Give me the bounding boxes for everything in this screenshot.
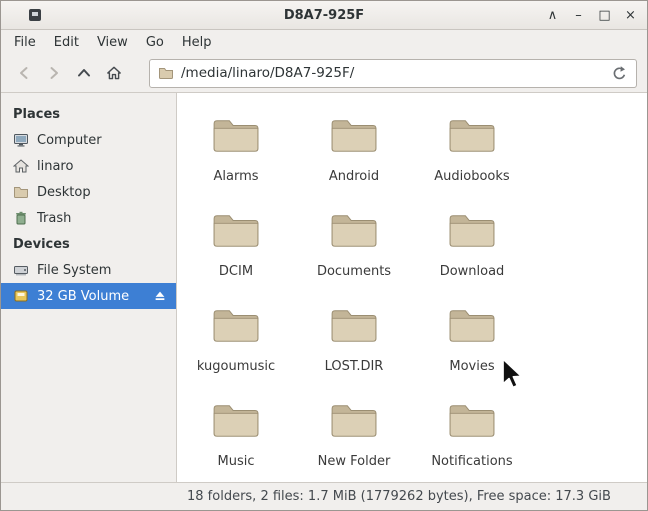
eject-icon[interactable] — [153, 289, 167, 303]
sidebar-item-file-system[interactable]: File System — [1, 257, 176, 283]
folder-item[interactable]: Music — [177, 394, 295, 482]
folder-icon — [447, 305, 497, 345]
sidebar-item-label: Computer — [37, 132, 102, 148]
folder-icon — [211, 400, 261, 440]
sidebar-item-32-gb-volume[interactable]: 32 GB Volume — [1, 283, 176, 309]
folder-label: Audiobooks — [434, 169, 510, 184]
folder-icon — [329, 210, 379, 250]
shade-button[interactable]: ∧ — [544, 8, 561, 23]
sidebar-item-label: linaro — [37, 158, 74, 174]
folder-label: Download — [439, 264, 505, 279]
sidebar-section-header: Devices — [13, 236, 70, 252]
home-button[interactable] — [101, 60, 127, 86]
computer-icon — [13, 132, 29, 148]
folder-label: kugoumusic — [196, 359, 276, 374]
content-area: Places Computer linaro Desktop Trash Devices F… — [1, 93, 647, 482]
usb-volume-icon — [13, 288, 29, 304]
sidebar-item-label: File System — [37, 262, 112, 278]
folder-icon — [211, 305, 261, 345]
folder-grid: Alarms Android Audiobooks DCIM Documents Down… — [177, 93, 647, 482]
folder-label: Music — [217, 454, 255, 469]
sidebar-item-label: Trash — [37, 210, 72, 226]
sidebar-item-trash[interactable]: Trash — [1, 205, 176, 231]
window-controls: ∧ – □ × — [544, 1, 639, 29]
folder-label: Alarms — [213, 169, 259, 184]
back-button[interactable] — [11, 60, 37, 86]
folder-icon — [329, 400, 379, 440]
folder-icon — [13, 184, 29, 200]
folder-label: LOST.DIR — [324, 359, 384, 374]
sidebar-item-computer[interactable]: Computer — [1, 127, 176, 153]
nav-buttons — [11, 60, 127, 86]
menu-help[interactable]: Help — [173, 33, 221, 52]
menubar: File Edit View Go Help — [1, 30, 647, 54]
path-bar[interactable]: /media/linaro/D8A7-925F/ — [149, 58, 637, 88]
folder-item[interactable]: Alarms — [177, 109, 295, 204]
folder-item[interactable]: Download — [413, 204, 531, 299]
minimize-button[interactable]: – — [570, 8, 587, 23]
menu-file[interactable]: File — [5, 33, 45, 52]
maximize-button[interactable]: □ — [596, 8, 613, 23]
status-bar: 18 folders, 2 files: 1.7 MiB (1779262 by… — [1, 482, 647, 510]
folder-label: Android — [328, 169, 380, 184]
back-icon — [16, 65, 32, 81]
folder-icon — [211, 115, 261, 155]
harddisk-icon — [13, 262, 29, 278]
file-view: Alarms Android Audiobooks DCIM Documents Down… — [177, 93, 647, 482]
up-icon — [76, 65, 92, 81]
window-icon — [27, 7, 43, 23]
sidebar-section-header: Places — [13, 106, 61, 122]
menu-edit[interactable]: Edit — [45, 33, 88, 52]
folder-item[interactable]: Documents — [295, 204, 413, 299]
sidebar-item-label: Desktop — [37, 184, 91, 200]
folder-item[interactable]: New Folder — [295, 394, 413, 482]
refresh-button[interactable] — [611, 65, 628, 82]
toolbar: /media/linaro/D8A7-925F/ — [1, 54, 647, 93]
folder-item[interactable]: Audiobooks — [413, 109, 531, 204]
folder-item[interactable]: Movies — [413, 299, 531, 394]
forward-button[interactable] — [41, 60, 67, 86]
menu-go[interactable]: Go — [137, 33, 173, 52]
menu-view[interactable]: View — [88, 33, 137, 52]
folder-item[interactable]: DCIM — [177, 204, 295, 299]
trash-icon — [13, 210, 29, 226]
folder-icon — [329, 305, 379, 345]
sidebar-item-label: 32 GB Volume — [37, 288, 130, 304]
folder-icon — [158, 65, 174, 81]
folder-label: Movies — [449, 359, 495, 374]
sidebar: Places Computer linaro Desktop Trash Devices F… — [1, 93, 177, 482]
sidebar-item-desktop[interactable]: Desktop — [1, 179, 176, 205]
folder-icon — [447, 115, 497, 155]
folder-item[interactable]: kugoumusic — [177, 299, 295, 394]
close-button[interactable]: × — [622, 8, 639, 23]
forward-icon — [46, 65, 62, 81]
folder-label: Documents — [316, 264, 392, 279]
folder-item[interactable]: Android — [295, 109, 413, 204]
status-text: 18 folders, 2 files: 1.7 MiB (1779262 by… — [187, 489, 611, 504]
folder-label: New Folder — [317, 454, 391, 469]
sidebar-item-linaro[interactable]: linaro — [1, 153, 176, 179]
folder-icon — [211, 210, 261, 250]
home-icon — [106, 65, 122, 81]
path-text: /media/linaro/D8A7-925F/ — [181, 65, 355, 81]
folder-item[interactable]: LOST.DIR — [295, 299, 413, 394]
folder-label: DCIM — [218, 264, 254, 279]
home-folder-icon — [13, 158, 29, 174]
up-button[interactable] — [71, 60, 97, 86]
folder-label: Notifications — [431, 454, 513, 469]
titlebar: D8A7-925F ∧ – □ × — [1, 1, 647, 30]
folder-item[interactable]: Notifications — [413, 394, 531, 482]
folder-icon — [447, 210, 497, 250]
file-manager-window: D8A7-925F ∧ – □ × File Edit View Go Help /media… — [0, 0, 648, 511]
folder-icon — [447, 400, 497, 440]
folder-icon — [329, 115, 379, 155]
